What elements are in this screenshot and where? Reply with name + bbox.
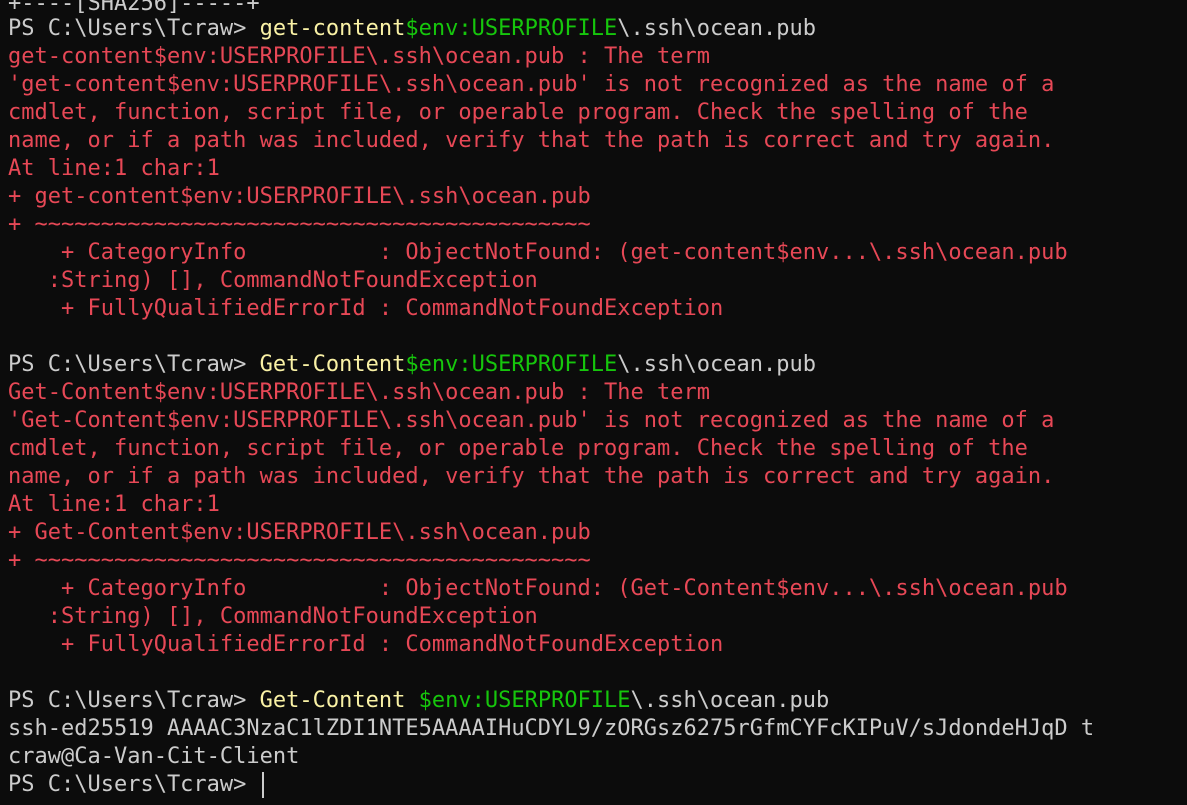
ssh-keygen-art-border: +----[SHA256]-----+ [8,0,260,15]
command-argument: \.ssh\ocean.pub [617,352,816,377]
error-line: cmdlet, function, script file, or operab… [8,436,1028,461]
terminal-window[interactable]: +----[SHA256]-----+ PS C:\Users\Tcraw> g… [0,0,1187,805]
error-line: + CategoryInfo : ObjectNotFound: (get-co… [8,240,1068,265]
error-line: name, or if a path was included, verify … [8,464,1055,489]
error-line: At line:1 char:1 [8,492,220,517]
command-name: get-content [259,16,406,41]
error-line: + ~~~~~~~~~~~~~~~~~~~~~~~~~~~~~~~~~~~~~~… [8,212,591,237]
output-line: ssh-ed25519 AAAAC3NzaC1lZDI1NTE5AAAAIHuC… [8,716,1095,741]
prompt: PS C:\Users\Tcraw> [8,688,260,713]
error-line: :String) [], CommandNotFoundException [8,268,538,293]
error-line: At line:1 char:1 [8,156,220,181]
prompt: PS C:\Users\Tcraw> [8,352,260,377]
error-line: cmdlet, function, script file, or operab… [8,100,1028,125]
error-line: Get-Content$env:USERPROFILE\.ssh\ocean.p… [8,380,710,405]
command-name: Get-Content [259,352,406,377]
text-cursor [261,772,264,798]
command-name: Get-Content [259,688,406,713]
active-prompt-line[interactable]: PS C:\Users\Tcraw> [8,771,1187,799]
output-line: craw@Ca-Van-Cit-Client [8,744,300,769]
error-line: + Get-Content$env:USERPROFILE\.ssh\ocean… [8,520,591,545]
command-argument: \.ssh\ocean.pub [630,688,830,713]
error-line: + FullyQualifiedErrorId : CommandNotFoun… [8,296,724,321]
error-line: 'Get-Content$env:USERPROFILE\.ssh\ocean.… [8,408,1055,433]
prompt: PS C:\Users\Tcraw> [8,16,260,41]
command-line: PS C:\Users\Tcraw> Get-Content$env:USERP… [8,351,1187,379]
command-variable: $env:USERPROFILE [405,16,618,41]
error-line: name, or if a path was included, verify … [8,128,1055,153]
command-argument: \.ssh\ocean.pub [617,16,816,41]
command-line: PS C:\Users\Tcraw> Get-Content $env:USER… [8,687,1187,715]
error-line: + CategoryInfo : ObjectNotFound: (Get-Co… [8,576,1068,601]
error-line: get-content$env:USERPROFILE\.ssh\ocean.p… [8,44,710,69]
error-line: 'get-content$env:USERPROFILE\.ssh\ocean.… [8,72,1055,97]
command-variable: $env:USERPROFILE [405,688,631,713]
error-line: + FullyQualifiedErrorId : CommandNotFoun… [8,632,724,657]
command-variable: $env:USERPROFILE [405,352,618,377]
prompt: PS C:\Users\Tcraw> [8,772,260,797]
command-line: PS C:\Users\Tcraw> get-content$env:USERP… [8,15,1187,43]
error-line: + get-content$env:USERPROFILE\.ssh\ocean… [8,184,591,209]
error-line: + ~~~~~~~~~~~~~~~~~~~~~~~~~~~~~~~~~~~~~~… [8,548,591,573]
error-line: :String) [], CommandNotFoundException [8,604,538,629]
